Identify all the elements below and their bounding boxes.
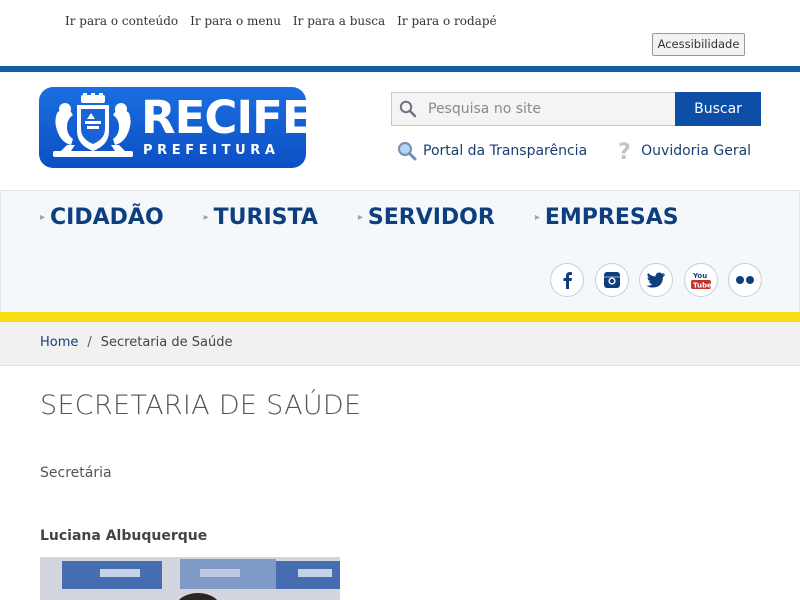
question-mark-icon: ? <box>618 140 631 163</box>
person-name: Luciana Albuquerque <box>40 528 208 544</box>
flickr-icon[interactable] <box>728 263 762 297</box>
city-crest-icon <box>53 93 133 157</box>
svg-text:?: ? <box>618 140 631 163</box>
nav-item-label: CIDADÃO <box>50 205 164 230</box>
caret-right-icon: ▸ <box>203 212 209 223</box>
caret-right-icon: ▸ <box>534 212 540 223</box>
main-nav: ▸ CIDADÃO ▸ TURISTA ▸ SERVIDOR ▸ EMPRESA… <box>40 205 719 230</box>
skip-links-bar: Ir para o conteúdo Ir para o menu Ir par… <box>0 0 800 66</box>
social-links: You Tube <box>550 263 773 297</box>
transparency-portal-link[interactable]: Portal da Transparência <box>397 141 587 161</box>
secretary-photo <box>40 557 340 600</box>
logo-wordmark: RECIFE <box>141 91 306 144</box>
svg-text:You: You <box>692 272 707 280</box>
recife-logo[interactable]: RECIFE PREFEITURA <box>39 87 306 168</box>
skip-to-search-link[interactable]: Ir para a busca <box>293 14 385 28</box>
facebook-icon[interactable] <box>550 263 584 297</box>
photo-backdrop <box>40 557 340 600</box>
twitter-icon[interactable] <box>639 263 673 297</box>
nav-item-label: EMPRESAS <box>544 205 679 230</box>
breadcrumb-separator: / <box>87 335 92 350</box>
breadcrumb-trail: Home / Secretaria de Saúde <box>40 335 232 350</box>
nav-accent-bar <box>0 312 800 322</box>
breadcrumb-current: Secretaria de Saúde <box>100 335 233 350</box>
top-accent-line <box>0 66 800 72</box>
search-button[interactable]: Buscar <box>675 92 761 126</box>
ombudsman-label: Ouvidoria Geral <box>641 143 752 159</box>
search-icon <box>399 100 417 118</box>
magnifier-icon <box>398 142 417 161</box>
skip-to-footer-link[interactable]: Ir para o rodapé <box>397 14 496 28</box>
youtube-icon[interactable]: You Tube <box>683 263 718 297</box>
nav-item-servant[interactable]: ▸ SERVIDOR <box>358 205 495 230</box>
skip-to-menu-link[interactable]: Ir para o menu <box>190 14 281 28</box>
role-label: Secretária <box>40 465 112 481</box>
breadcrumb-home-link[interactable]: Home <box>40 335 78 350</box>
skip-to-content-link[interactable]: Ir para o conteúdo <box>65 14 178 28</box>
skip-links: Ir para o conteúdo Ir para o menu Ir par… <box>65 14 509 28</box>
nav-item-tourist[interactable]: ▸ TURISTA <box>204 205 318 230</box>
ombudsman-link[interactable]: ? Ouvidoria Geral <box>615 139 751 163</box>
caret-right-icon: ▸ <box>357 212 363 223</box>
nav-item-citizen[interactable]: ▸ CIDADÃO <box>40 205 164 230</box>
nav-item-label: TURISTA <box>213 205 318 230</box>
svg-text:Tube: Tube <box>693 282 712 290</box>
search-form: Buscar <box>391 92 761 126</box>
logo-subtitle: PREFEITURA <box>143 143 280 158</box>
transparency-portal-label: Portal da Transparência <box>423 143 588 159</box>
caret-right-icon: ▸ <box>40 212 46 223</box>
accessibility-button[interactable]: Acessibilidade <box>652 33 745 56</box>
nav-item-business[interactable]: ▸ EMPRESAS <box>535 205 679 230</box>
instagram-icon[interactable] <box>594 263 629 297</box>
nav-item-label: SERVIDOR <box>367 205 495 230</box>
search-input[interactable] <box>391 92 675 126</box>
page-title: SECRETARIA DE SAÚDE <box>40 390 362 421</box>
top-links: Portal da Transparência ? Ouvidoria Gera… <box>397 139 779 163</box>
